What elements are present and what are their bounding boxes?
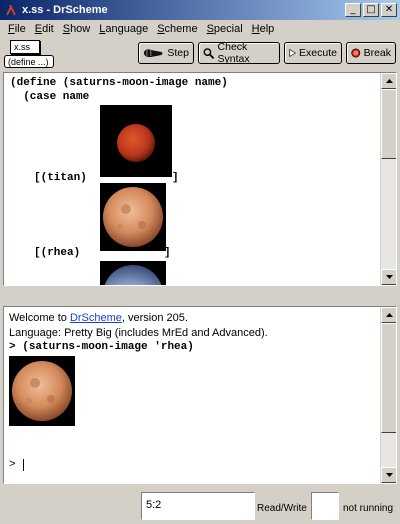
titan-moon-icon (117, 124, 155, 162)
window-title: x.ss - DrScheme (22, 4, 108, 16)
earth-like-moon-icon (104, 265, 162, 285)
code-bracket-titan: ] (172, 172, 179, 184)
close-button[interactable]: ✕ (381, 3, 397, 17)
rhea-image (100, 183, 166, 251)
interactions-scrollbar[interactable] (380, 307, 396, 483)
result-rhea-image (9, 356, 75, 426)
menu-file[interactable]: File (4, 23, 31, 35)
magnifier-icon (203, 47, 215, 59)
code-case-rhea: [(rhea) (34, 247, 81, 259)
execute-label: Execute (299, 47, 337, 59)
menu-special[interactable]: Special (203, 23, 248, 35)
file-name-button[interactable]: x.ss (10, 40, 40, 54)
read-write-status: Read/Write (257, 503, 307, 514)
scroll-up-button[interactable] (381, 73, 396, 89)
menu-show[interactable]: Show (59, 23, 96, 35)
language-value: Pretty Big (includes MrEd and Advanced). (64, 327, 268, 339)
maximize-button[interactable]: □ (363, 3, 379, 17)
scroll-down-button[interactable] (381, 467, 396, 483)
interactions-window[interactable]: Welcome to DrScheme, version 205. Langua… (3, 306, 397, 484)
stepper-foot-icon (143, 49, 163, 58)
scroll-thumb[interactable] (381, 323, 396, 433)
definitions-window[interactable]: (define (saturns-moon-image name) (case … (3, 72, 397, 286)
execute-arrow-icon (289, 48, 297, 58)
status-bar: 5:2 Read/Write not running (0, 488, 400, 524)
running-indicator (311, 492, 339, 520)
arrow-down-icon (385, 275, 393, 279)
partial-moon-image (100, 261, 166, 285)
titan-image (100, 105, 172, 177)
drscheme-link[interactable]: DrScheme (70, 312, 122, 324)
code-line-define: (define (saturns-moon-image name) (10, 77, 228, 89)
drscheme-lambda-icon (4, 3, 18, 17)
break-stop-icon (351, 48, 361, 58)
run-status: not running (343, 503, 394, 514)
welcome-message: Welcome to DrScheme, version 205. Langua… (9, 312, 268, 339)
definitions-scrollbar[interactable] (380, 73, 396, 285)
arrow-up-icon (385, 79, 393, 83)
execute-button[interactable]: Execute (284, 42, 342, 64)
check-syntax-label: Check Syntax (217, 41, 250, 65)
title-bar[interactable]: x.ss - DrScheme _ □ ✕ (0, 0, 400, 20)
scroll-down-button[interactable] (381, 269, 396, 285)
menu-scheme[interactable]: Scheme (153, 23, 202, 35)
menu-help[interactable]: Help (248, 23, 280, 35)
code-bracket-rhea: ] (164, 247, 171, 259)
pane-splitter[interactable] (0, 287, 400, 305)
menu-language[interactable]: Language (95, 23, 153, 35)
menu-edit[interactable]: Edit (31, 23, 59, 35)
step-button[interactable]: Step (138, 42, 194, 64)
scroll-up-button[interactable] (381, 307, 396, 323)
check-syntax-button[interactable]: Check Syntax (198, 41, 280, 65)
step-label: Step (167, 47, 189, 59)
toolbar: x.ss (define ...) Step Check Syntax Exec… (0, 38, 400, 70)
arrow-down-icon (385, 473, 393, 477)
minimize-button[interactable]: _ (345, 3, 361, 17)
code-line-case: (case name (10, 91, 90, 103)
menu-bar: File Edit Show Language Scheme Special H… (0, 20, 400, 38)
scroll-thumb[interactable] (381, 89, 396, 159)
input-prompt[interactable]: > (9, 459, 31, 471)
arrow-up-icon (385, 313, 393, 317)
rhea-moon-result-icon (12, 361, 72, 421)
break-label: Break (363, 47, 391, 59)
cursor-position: 5:2 (141, 492, 255, 520)
define-menu-button[interactable]: (define ...) (4, 55, 54, 68)
code-case-titan: [(titan) (34, 172, 87, 184)
interaction-command: > (saturns-moon-image 'rhea) (9, 341, 194, 353)
rhea-moon-icon (103, 187, 163, 247)
break-button[interactable]: Break (346, 42, 396, 64)
